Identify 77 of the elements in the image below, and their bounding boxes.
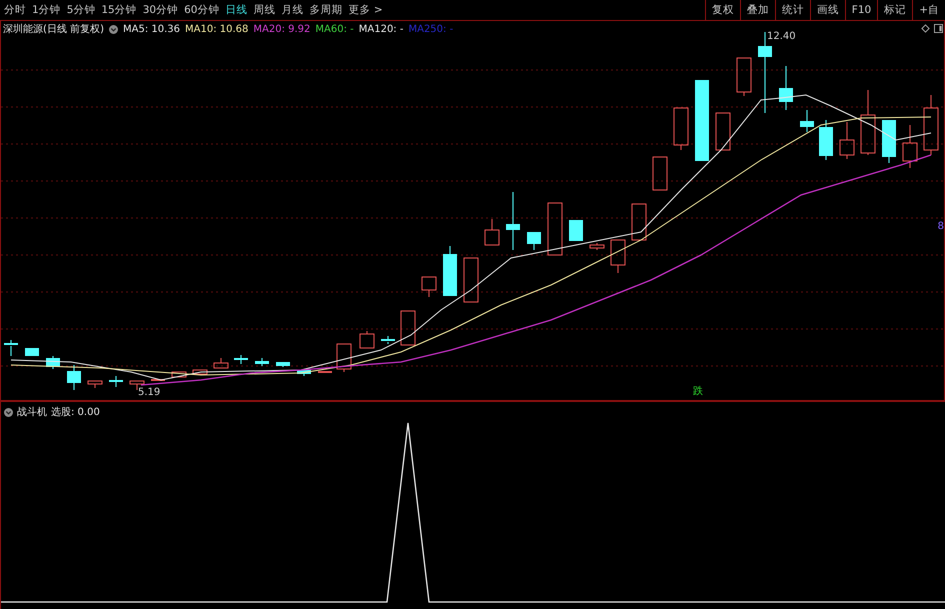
- candlestick: [234, 354, 248, 364]
- toolbar-button[interactable]: 画线: [810, 0, 845, 20]
- candlestick: [172, 372, 186, 378]
- candlestick: [318, 371, 332, 374]
- candlestick: [4, 340, 18, 356]
- candlestick: [255, 358, 269, 366]
- period-tab[interactable]: 多周期: [310, 3, 342, 17]
- candlestick: [506, 192, 520, 250]
- candlestick: [336, 344, 352, 372]
- period-tab[interactable]: 周线: [254, 3, 276, 17]
- moving-average-value: MA20: 9.92: [253, 24, 310, 34]
- indicator-value: 选股: 0.00: [51, 406, 100, 419]
- candlestick: [67, 364, 81, 390]
- candlestick: [422, 276, 436, 298]
- moving-average-value: MA60: -: [315, 24, 354, 34]
- candlestick: [924, 94, 938, 156]
- candlestick: [443, 246, 457, 296]
- toolbar-button[interactable]: 叠加: [740, 0, 775, 20]
- candlestick: [800, 110, 814, 132]
- candlestick: [590, 242, 604, 250]
- candlestick: [716, 112, 730, 150]
- candlestick: [674, 108, 688, 150]
- candlestick: [882, 120, 896, 164]
- candlestick: [151, 378, 165, 382]
- toolbar-button[interactable]: +自: [912, 0, 945, 20]
- candlestick: [840, 122, 854, 160]
- period-tab[interactable]: 60分钟: [184, 3, 220, 17]
- candlestick: [88, 380, 102, 388]
- chevron-circle-icon[interactable]: [108, 24, 118, 34]
- candlestick: [46, 356, 60, 370]
- candlestick: [902, 124, 918, 168]
- period-tab[interactable]: 5分钟: [66, 3, 96, 17]
- diamond-icon[interactable]: [921, 24, 930, 33]
- candlestick: [25, 348, 39, 356]
- period-tab[interactable]: 15分钟: [101, 3, 137, 17]
- moving-average-value: MA120: -: [358, 24, 404, 34]
- period-tab[interactable]: 月线: [282, 3, 304, 17]
- chevron-circle-icon[interactable]: [4, 408, 13, 416]
- candlestick: [276, 362, 290, 368]
- moving-average-value: MA250: -: [408, 24, 454, 34]
- candlestick: [381, 336, 395, 344]
- toolbar-button[interactable]: 标记: [877, 0, 912, 20]
- candlestick: [736, 58, 752, 96]
- candlestick: [569, 220, 583, 242]
- candlestick: [527, 232, 541, 250]
- candlestick: [860, 90, 876, 156]
- candlestick: [400, 310, 416, 346]
- signal-label: 跌: [693, 384, 703, 398]
- candlestick: [109, 376, 123, 388]
- stock-title: 深圳能源(日线 前复权): [3, 22, 104, 36]
- low-price-label: 5.19: [138, 387, 160, 398]
- period-tab[interactable]: 1分钟: [32, 3, 61, 17]
- candlestick: [192, 370, 208, 374]
- indicator-title: 战斗机: [17, 406, 47, 419]
- axis-label: 8: [938, 221, 944, 232]
- candlestick: [360, 330, 374, 348]
- period-tab[interactable]: 30分钟: [142, 3, 178, 17]
- moving-average-value: MA10: 10.68: [185, 24, 248, 34]
- candlestick: [610, 240, 626, 274]
- candlestick: [632, 204, 646, 240]
- candlestick: [297, 370, 311, 376]
- moving-average-value: MA5: 10.36: [122, 24, 180, 34]
- high-price-label: 12.40: [767, 31, 796, 42]
- toolbar-button[interactable]: 复权: [704, 0, 740, 20]
- toolbar-button[interactable]: 统计: [774, 0, 810, 20]
- candlestick: [484, 218, 500, 246]
- toolbar-button[interactable]: F10: [844, 0, 878, 20]
- candlestick: [779, 66, 793, 110]
- period-tab[interactable]: 更多 >: [348, 3, 383, 17]
- candlestick: [548, 202, 562, 256]
- candlestick: [652, 156, 668, 190]
- period-tab[interactable]: 日线: [226, 3, 248, 17]
- period-tab[interactable]: 分时: [4, 3, 26, 17]
- candlestick: [819, 120, 833, 160]
- panel-icon[interactable]: [934, 24, 943, 33]
- candlestick: [214, 358, 228, 368]
- candlestick: [464, 258, 478, 302]
